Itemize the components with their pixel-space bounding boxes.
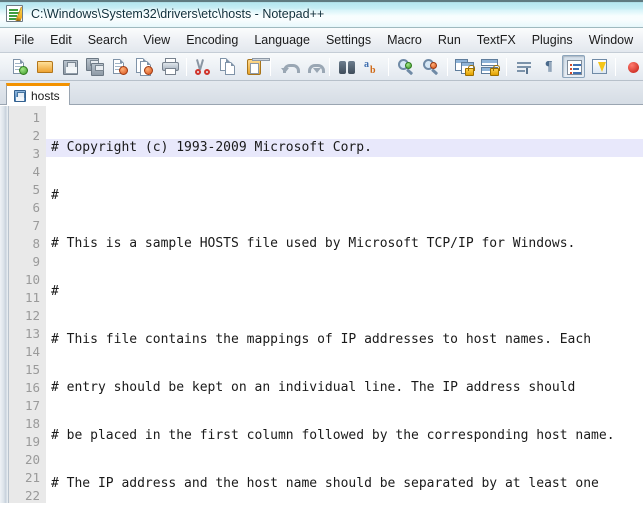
- code-line[interactable]: # The IP address and the host name shoul…: [51, 475, 643, 493]
- menu-bar: File Edit Search View Encoding Language …: [0, 28, 643, 53]
- toolbar-separator: [186, 57, 187, 76]
- line-number: 13: [24, 326, 40, 341]
- line-number: 12: [24, 308, 40, 323]
- code-area[interactable]: # Copyright (c) 1993-2009 Microsoft Corp…: [46, 106, 643, 503]
- close-all-files-icon[interactable]: [133, 55, 156, 78]
- line-number: 7: [32, 218, 40, 233]
- line-number: 16: [24, 380, 40, 395]
- zoom-in-icon[interactable]: [394, 55, 417, 78]
- close-file-icon[interactable]: [108, 55, 131, 78]
- toolbar: ab ¶: [0, 53, 643, 81]
- cut-icon[interactable]: [192, 55, 215, 78]
- line-number: 1: [32, 110, 40, 125]
- line-number: 11: [24, 290, 40, 305]
- menu-item-encoding[interactable]: Encoding: [178, 30, 246, 51]
- line-number: 9: [32, 254, 40, 269]
- window-title-bar[interactable]: C:\Windows\System32\drivers\etc\hosts - …: [0, 0, 643, 28]
- line-number: 21: [24, 470, 40, 485]
- menu-item-plugins[interactable]: Plugins: [524, 30, 581, 51]
- toolbar-separator: [447, 57, 448, 76]
- macro-record-icon[interactable]: [621, 55, 643, 78]
- menu-item-macro[interactable]: Macro: [379, 30, 430, 51]
- menu-item-file[interactable]: File: [6, 30, 42, 51]
- menu-item-run[interactable]: Run: [430, 30, 469, 51]
- menu-item-language[interactable]: Language: [246, 30, 318, 51]
- menu-item-edit[interactable]: Edit: [42, 30, 80, 51]
- editor-left-edge: [0, 106, 9, 503]
- line-number: 15: [24, 362, 40, 377]
- paste-icon[interactable]: [242, 55, 270, 78]
- save-icon[interactable]: [58, 55, 81, 78]
- toolbar-separator: [329, 57, 330, 76]
- window-title: C:\Windows\System32\drivers\etc\hosts - …: [31, 6, 325, 21]
- line-number: 14: [24, 344, 40, 359]
- line-number: 8: [32, 236, 40, 251]
- line-number: 4: [32, 164, 40, 179]
- line-number: 10: [24, 272, 40, 287]
- line-number: 5: [32, 182, 40, 197]
- redo-icon[interactable]: [301, 55, 325, 78]
- line-number: 3: [32, 146, 40, 161]
- text-editor[interactable]: 1 2 3 4 5 6 7 8 9 10 11 12 13 14 15 16 1…: [0, 105, 643, 503]
- menu-item-settings[interactable]: Settings: [318, 30, 379, 51]
- toolbar-separator: [506, 57, 507, 76]
- menu-item-window[interactable]: Window: [581, 30, 641, 51]
- toolbar-separator: [615, 57, 616, 76]
- sync-horizontal-scroll-icon[interactable]: [478, 55, 501, 78]
- new-file-icon[interactable]: [8, 55, 31, 78]
- line-number: 18: [24, 416, 40, 431]
- line-number-gutter: 1 2 3 4 5 6 7 8 9 10 11 12 13 14 15 16 1…: [9, 106, 46, 503]
- code-line[interactable]: #: [51, 283, 643, 301]
- replace-icon[interactable]: ab: [360, 55, 383, 78]
- toolbar-separator: [388, 57, 389, 76]
- show-all-characters-icon[interactable]: ¶: [537, 55, 560, 78]
- notepad-plus-plus-icon[interactable]: [6, 5, 23, 22]
- line-number: 17: [24, 398, 40, 413]
- undo-icon[interactable]: [276, 55, 300, 78]
- print-icon[interactable]: [158, 55, 181, 78]
- zoom-out-icon[interactable]: [419, 55, 442, 78]
- line-number: 2: [32, 128, 40, 143]
- sync-vertical-scroll-icon[interactable]: [453, 55, 476, 78]
- find-icon[interactable]: [335, 55, 358, 78]
- code-line[interactable]: # be placed in the first column followed…: [51, 427, 643, 445]
- code-line[interactable]: # entry should be kept on an individual …: [51, 379, 643, 397]
- line-number: 19: [24, 434, 40, 449]
- tab-hosts[interactable]: hosts: [6, 83, 70, 105]
- open-file-icon[interactable]: [33, 55, 56, 78]
- saved-file-disk-icon: [14, 89, 26, 102]
- menu-item-search[interactable]: Search: [80, 30, 136, 51]
- tab-label: hosts: [31, 88, 60, 103]
- document-tab-bar: hosts: [0, 81, 643, 105]
- word-wrap-icon[interactable]: [512, 55, 535, 78]
- copy-icon[interactable]: [217, 55, 240, 78]
- code-line[interactable]: # Copyright (c) 1993-2009 Microsoft Corp…: [46, 139, 643, 157]
- menu-item-textfx[interactable]: TextFX: [469, 30, 524, 51]
- toolbar-separator: [270, 57, 271, 76]
- line-number: 20: [24, 452, 40, 467]
- user-defined-language-icon[interactable]: [587, 55, 610, 78]
- indent-guideline-icon[interactable]: [562, 55, 585, 78]
- line-number: 6: [32, 200, 40, 215]
- line-number: 22: [24, 488, 40, 503]
- code-line[interactable]: # This file contains the mappings of IP …: [51, 331, 643, 349]
- save-all-icon[interactable]: [83, 55, 106, 78]
- code-line[interactable]: #: [51, 187, 643, 205]
- code-line[interactable]: # This is a sample HOSTS file used by Mi…: [51, 235, 643, 253]
- menu-item-view[interactable]: View: [135, 30, 178, 51]
